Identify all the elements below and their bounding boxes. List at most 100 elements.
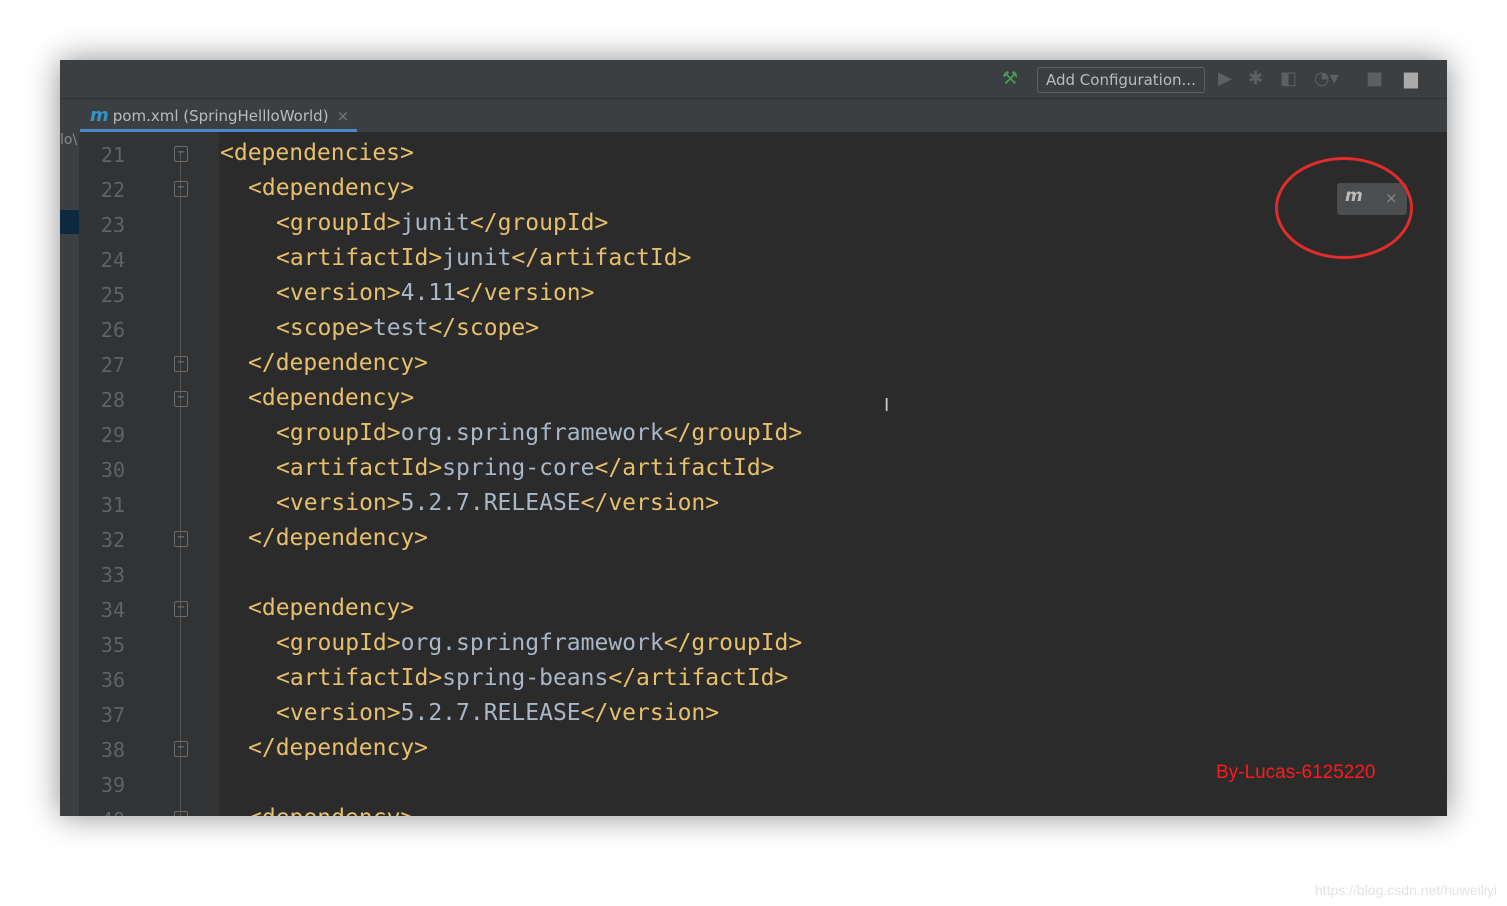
text-cursor-icon: I	[884, 395, 890, 416]
code-line[interactable]: <dependencies>	[220, 140, 414, 166]
xml-tag: <version>	[276, 490, 401, 516]
xml-tag: </artifactId>	[608, 665, 789, 691]
xml-tag: </version>	[580, 490, 720, 516]
tag-value: spring-core	[442, 455, 595, 481]
code-line[interactable]: <dependency>	[248, 805, 414, 816]
line-number: 22	[100, 178, 125, 202]
footer-url: https://blog.csdn.net/huweiliyi	[1314, 882, 1497, 898]
fold-marker-icon[interactable]: −	[174, 356, 188, 372]
tag-value: 4.11	[400, 280, 457, 306]
line-number: 40	[79, 808, 125, 816]
xml-tag: </dependency>	[248, 350, 429, 376]
xml-tag: </version>	[456, 280, 595, 306]
xml-tag: <groupId>	[276, 420, 401, 446]
code-line[interactable]: </dependency>	[248, 350, 428, 376]
fold-marker-icon[interactable]: −	[174, 601, 188, 617]
line-number: 29	[100, 423, 125, 447]
line-number: 27	[100, 353, 125, 377]
xml-tag: <dependency>	[248, 805, 414, 816]
tab-pom-xml[interactable]: m pom.xml (SpringHellloWorld) ×	[80, 99, 357, 132]
tag-value: spring-beans	[442, 665, 609, 691]
fold-marker-icon[interactable]: −	[174, 531, 188, 547]
line-number: 30	[100, 458, 125, 482]
xml-tag: <version>	[276, 280, 401, 306]
line-number: 23	[100, 213, 125, 237]
toolbar: ⚒ Add Configuration... ▶ ✱ ◧ ◔▾ ■ ▆	[60, 60, 1447, 99]
xml-tag: <dependencies>	[220, 140, 414, 166]
xml-tag: </groupId>	[663, 630, 803, 656]
xml-tag: <dependency>	[248, 175, 415, 201]
run-icon[interactable]: ▶	[1218, 68, 1232, 89]
code-line[interactable]: <groupId>org.springframework</groupId>	[276, 630, 802, 656]
xml-tag: <groupId>	[276, 210, 401, 236]
line-number: 21	[100, 143, 125, 167]
project-structure-icon[interactable]: ▆	[1404, 68, 1418, 89]
line-number: 36	[100, 668, 125, 692]
tag-value: junit	[400, 210, 470, 236]
fold-marker-icon[interactable]: −	[174, 391, 188, 407]
fold-marker-icon[interactable]: −	[174, 181, 188, 197]
code-line[interactable]: <scope>test</scope>	[276, 315, 539, 341]
close-tab-icon[interactable]: ×	[337, 107, 350, 125]
tag-value: junit	[442, 245, 512, 271]
line-number: 24	[100, 248, 125, 272]
stop-icon[interactable]: ■	[1366, 68, 1383, 89]
coverage-icon[interactable]: ◧	[1280, 68, 1297, 89]
project-panel-edge[interactable]: lo\	[60, 132, 79, 816]
code-line[interactable]: <artifactId>spring-beans</artifactId>	[276, 665, 788, 691]
xml-tag: <artifactId>	[276, 455, 443, 481]
xml-tag: </version>	[580, 700, 720, 726]
project-panel-text: lo\	[60, 132, 78, 148]
profile-icon[interactable]: ◔▾	[1314, 68, 1339, 89]
code-line[interactable]: <artifactId>spring-core</artifactId>	[276, 455, 775, 481]
code-line[interactable]: <version>5.2.7.RELEASE</version>	[276, 490, 719, 516]
code-line[interactable]: </dependency>	[248, 735, 428, 761]
tag-value: test	[372, 315, 429, 341]
debug-icon[interactable]: ✱	[1248, 68, 1263, 89]
add-configuration-button[interactable]: Add Configuration...	[1037, 67, 1205, 93]
xml-tag: </groupId>	[663, 420, 803, 446]
ide-window: ⚒ Add Configuration... ▶ ✱ ◧ ◔▾ ■ ▆ m pom…	[60, 60, 1447, 816]
line-number: 25	[100, 283, 125, 307]
build-hammer-icon[interactable]: ⚒	[1002, 68, 1018, 89]
xml-tag: </artifactId>	[594, 455, 775, 481]
code-line[interactable]: <version>5.2.7.RELEASE</version>	[276, 700, 719, 726]
code-line[interactable]: </dependency>	[248, 525, 428, 551]
xml-tag: </groupId>	[469, 210, 609, 236]
tab-label: pom.xml (SpringHellloWorld)	[112, 107, 329, 125]
xml-tag: </scope>	[428, 315, 540, 341]
xml-tag: <scope>	[276, 315, 373, 341]
tag-value: 5.2.7.RELEASE	[400, 490, 581, 516]
tag-value: org.springframework	[400, 420, 664, 446]
tag-value: 5.2.7.RELEASE	[400, 700, 581, 726]
code-line[interactable]: <dependency>	[248, 385, 414, 411]
maven-icon: m	[90, 105, 109, 126]
xml-tag: <groupId>	[276, 630, 401, 656]
line-number: 39	[100, 773, 125, 797]
code-line[interactable]: <version>4.11</version>	[276, 280, 595, 306]
code-line[interactable]: <groupId>org.springframework</groupId>	[276, 420, 802, 446]
line-number: 31	[100, 493, 125, 517]
xml-tag: <artifactId>	[276, 245, 443, 271]
tag-value: org.springframework	[400, 630, 664, 656]
code-line[interactable]: <groupId>junit</groupId>	[276, 210, 608, 236]
fold-marker-icon[interactable]: −	[174, 146, 188, 162]
xml-tag: <version>	[276, 700, 401, 726]
xml-tag: </dependency>	[248, 525, 429, 551]
fold-marker-icon[interactable]: −	[174, 811, 188, 816]
line-number: 34	[100, 598, 125, 622]
fold-marker-icon[interactable]: −	[174, 741, 188, 757]
line-number: 38	[100, 738, 125, 762]
xml-tag: </dependency>	[248, 735, 429, 761]
xml-tag: <dependency>	[248, 385, 415, 411]
code-line[interactable]: <dependency>	[248, 595, 414, 621]
code-line[interactable]: <dependency>	[248, 175, 414, 201]
line-number: 32	[100, 528, 125, 552]
line-number: 37	[100, 703, 125, 727]
code-line[interactable]: <artifactId>junit</artifactId>	[276, 245, 691, 271]
line-number: 26	[100, 318, 125, 342]
xml-tag: <dependency>	[248, 595, 415, 621]
xml-tag: <artifactId>	[276, 665, 443, 691]
annotation-circle	[1275, 157, 1413, 259]
editor-tabs: m pom.xml (SpringHellloWorld) ×	[60, 99, 1447, 132]
